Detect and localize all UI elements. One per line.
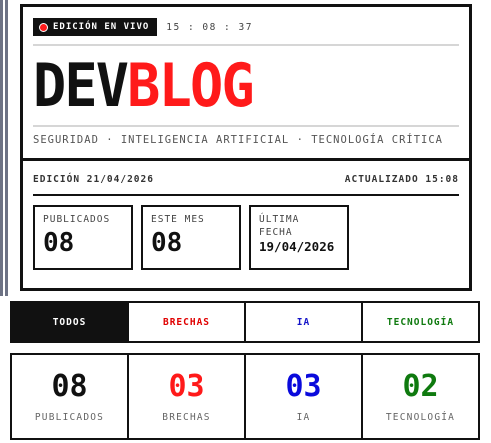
counter-value: 02 (402, 369, 439, 404)
stat-published: PUBLICADOS 08 (33, 205, 133, 270)
masthead-card: EDICIÓN EN VIVO 15 : 08 : 37 DEVBLOG SEG… (20, 4, 472, 291)
counter-caption: PUBLICADOS (34, 412, 105, 423)
live-dot-icon (39, 22, 48, 32)
counter-ia: 03 IA (246, 355, 363, 438)
live-badge: EDICIÓN EN VIVO (33, 18, 158, 36)
counter-value: 03 (285, 369, 322, 404)
logo-rule (33, 125, 459, 127)
live-label: EDICIÓN EN VIVO (53, 22, 150, 32)
category-counters: 08 PUBLICADOS 03 BRECHAS 03 IA 02 TECNOL… (10, 353, 480, 440)
live-bar: EDICIÓN EN VIVO 15 : 08 : 37 (33, 18, 253, 36)
tab-brechas[interactable]: BRECHAS (129, 303, 246, 341)
category-tabs: TODOS BRECHAS IA TECNOLOGÍA (10, 301, 480, 343)
tab-todos[interactable]: TODOS (12, 303, 129, 341)
counter-caption: IA (296, 412, 311, 423)
stat-this-month: ESTE MES 08 (141, 205, 241, 270)
counter-value: 03 (168, 369, 205, 404)
stat-label: ÚLTIMA FECHA (259, 214, 300, 238)
live-clock: 15 : 08 : 37 (166, 21, 253, 33)
stat-value: 08 (151, 228, 183, 258)
logo-part-dev: DEV (33, 51, 129, 121)
top-rule (33, 44, 459, 46)
tagline: SEGURIDAD · INTELIGENCIA ARTIFICIAL · TE… (33, 134, 444, 146)
tab-tecnologia[interactable]: TECNOLOGÍA (363, 303, 478, 341)
side-rule (0, 0, 8, 296)
counter-tecnologia: 02 TECNOLOGÍA (363, 355, 478, 438)
section-divider (23, 158, 469, 161)
stat-label: ESTE MES (151, 214, 205, 225)
site-logo[interactable]: DEVBLOG (33, 51, 255, 121)
edition-row: EDICIÓN 21/04/2026 ACTUALIZADO 15:08 (33, 174, 459, 185)
counter-value: 08 (51, 369, 88, 404)
stat-last-date: ÚLTIMA FECHA 19/04/2026 (249, 205, 349, 270)
edition-rule (33, 194, 459, 196)
edition-date: EDICIÓN 21/04/2026 (33, 174, 154, 185)
stat-value: 08 (43, 228, 75, 258)
logo-part-blog: BLOG (127, 51, 254, 121)
tab-ia[interactable]: IA (246, 303, 363, 341)
updated-time: ACTUALIZADO 15:08 (344, 174, 459, 185)
stat-label: PUBLICADOS (43, 214, 111, 225)
stat-value: 19/04/2026 (259, 239, 335, 254)
counter-caption: BRECHAS (162, 412, 211, 423)
counter-published: 08 PUBLICADOS (12, 355, 129, 438)
counter-caption: TECNOLOGÍA (385, 412, 456, 423)
counter-brechas: 03 BRECHAS (129, 355, 246, 438)
